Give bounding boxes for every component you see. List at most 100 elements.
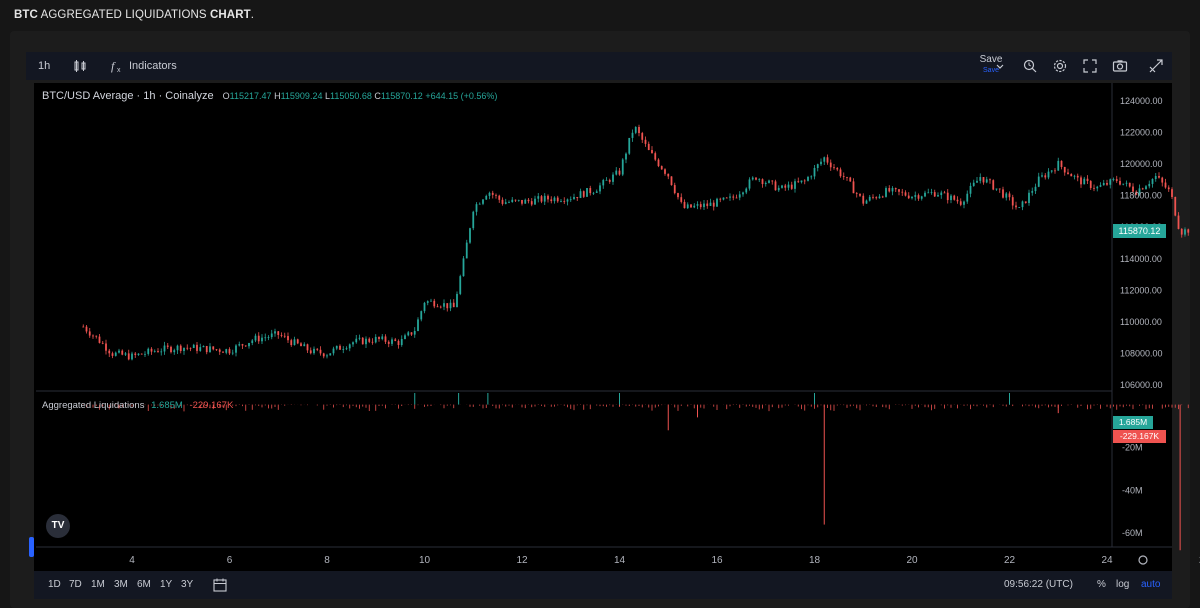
candle-body [690,204,692,208]
candle-body [485,195,488,200]
candle-body [257,335,260,342]
candle-body [166,345,169,347]
candle-body [222,351,224,353]
candle-body [215,349,218,351]
range-1m[interactable]: 1M [91,571,105,599]
range-3y[interactable]: 3Y [181,571,193,599]
candle-body [1141,188,1144,190]
candle-body [735,197,738,199]
candle-body [846,176,848,178]
candle-body [862,195,865,204]
percent-toggle[interactable]: % [1097,571,1106,599]
candle-body [368,338,371,342]
candle-body [543,195,546,202]
candle-body [482,199,484,204]
candle-body [631,132,634,138]
tradingview-logo[interactable]: TV [46,514,70,538]
candle-body [534,198,536,205]
candle-body [1011,197,1014,206]
candle-body [1180,228,1183,235]
price-tick-label: 112000.00 [1120,285,1162,295]
candle-body [228,349,231,354]
candle-body [326,355,328,357]
candle-body [436,306,439,308]
candle-body [1128,182,1131,187]
symbol-title[interactable]: BTC/USD Average · 1h · Coinalyze [42,90,214,102]
candle-body [127,353,130,360]
candle-body [469,228,471,243]
candle-body [355,338,358,343]
range-1d[interactable]: 1D [48,571,61,599]
candle-body [1161,177,1164,183]
candle-body [348,344,351,349]
axis-settings-icon[interactable] [1138,555,1148,565]
candle-body [1158,176,1160,178]
candle-body [189,347,192,349]
candle-body [1154,176,1157,179]
candle-body [121,350,124,355]
candle-body [966,193,969,202]
range-7d[interactable]: 7D [69,571,82,599]
candle-body [199,347,202,351]
candle-body [280,334,283,336]
time-tick-label: 16 [711,555,723,566]
candle-body [998,188,1001,190]
candle-body [511,199,514,203]
candle-body [950,195,952,201]
candle-body [836,168,839,170]
candle-body [131,353,133,360]
candle-body [582,191,585,197]
candle-body [924,192,926,197]
candle-body [134,353,137,355]
candle-body [563,201,566,202]
auto-toggle[interactable]: auto [1141,571,1160,599]
price-tick-label: 118000.00 [1120,191,1162,201]
candle-body [1115,179,1118,181]
candle-body [212,346,215,350]
utc-clock[interactable]: 09:56:22 (UTC) [1004,571,1073,599]
log-toggle[interactable]: log [1116,571,1129,599]
candle-body [218,349,221,352]
candle-body [1109,179,1112,185]
candle-body [238,344,241,346]
candle-body [849,177,852,182]
candle-body [374,336,377,343]
liq-negative-label: -229.167K [1113,430,1166,443]
liquidations-legend[interactable]: Aggregated Liquidations 1.685M -229.167K [42,400,233,411]
candle-body [397,340,400,346]
candle-body [680,197,683,202]
candle-body [745,188,748,193]
price-tick-label: 124000.00 [1120,96,1163,106]
candle-body [1063,167,1066,173]
candle-body [391,339,393,344]
candle-body [124,353,127,355]
range-6m[interactable]: 6M [137,571,151,599]
candle-body [423,302,426,312]
candle-body [508,202,510,203]
candle-body [625,153,627,160]
candle-body [628,137,631,154]
bottom-toolbar: 1D 7D 1M 3M 6M 1Y 3Y 09:56:22 (UTC) % lo… [34,571,1172,599]
candle-body [521,199,523,204]
calendar-icon[interactable] [212,577,228,593]
candle-body [202,345,205,348]
candle-body [927,192,930,194]
candle-body [527,199,530,202]
candle-body [982,177,985,183]
candle-body [157,351,159,353]
candle-body [108,350,111,354]
candle-body [475,204,478,212]
candle-body [547,195,549,200]
candle-body [316,348,319,350]
candle-body [488,192,491,196]
candle-body [768,180,770,183]
candle-body [163,345,166,352]
range-1y[interactable]: 1Y [160,571,172,599]
candle-body [329,353,332,356]
range-3m[interactable]: 3M [114,571,128,599]
candle-body [979,177,982,181]
candle-body [235,345,237,353]
candle-body [794,181,796,189]
candle-body [270,333,273,338]
scroll-handle[interactable] [29,537,34,557]
